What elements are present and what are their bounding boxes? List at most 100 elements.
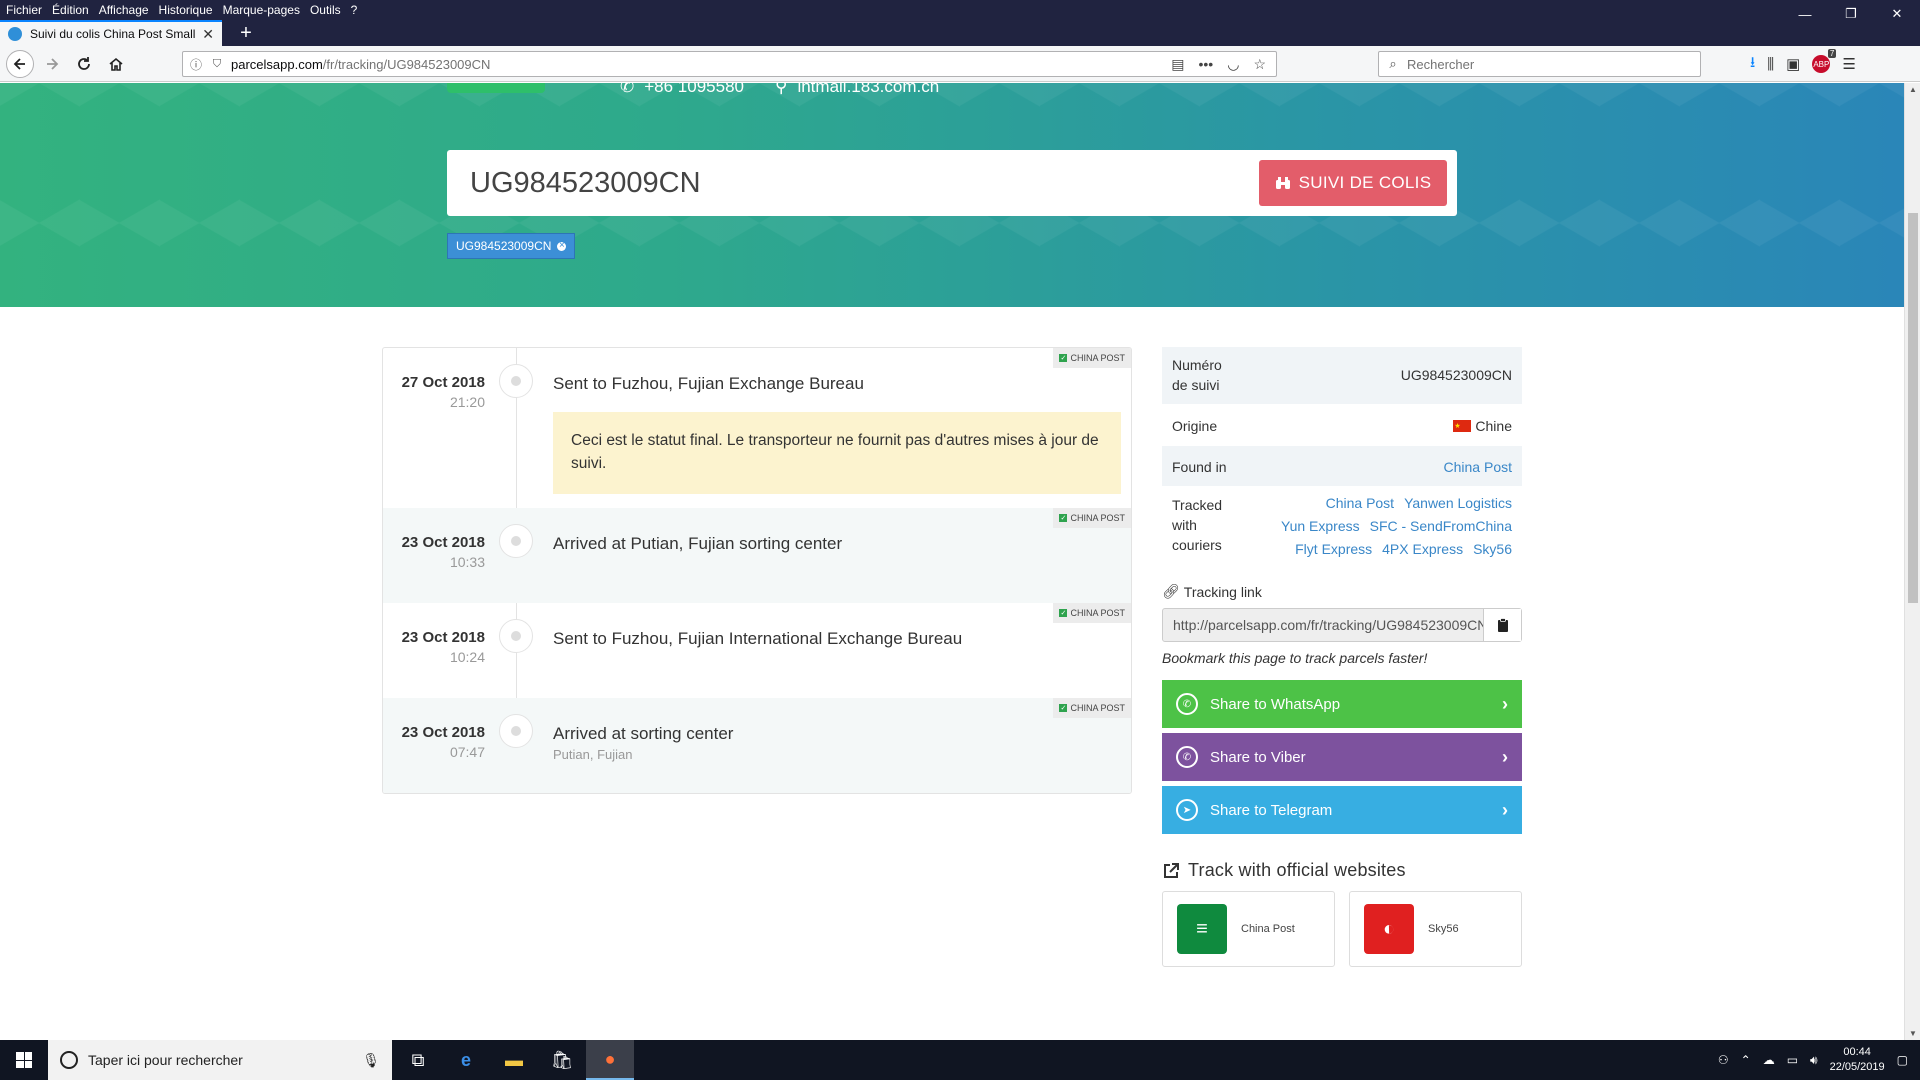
menu-edition[interactable]: Édition bbox=[47, 3, 94, 17]
people-icon[interactable]: ⚇ bbox=[1718, 1053, 1729, 1067]
onedrive-icon[interactable]: ☁ bbox=[1763, 1053, 1775, 1067]
download-icon[interactable]: ⭳ bbox=[1750, 52, 1755, 77]
adblock-icon[interactable]: ABP 7 bbox=[1812, 49, 1837, 73]
page-viewport: ✆ +86 1095580 ⚲ intmail.183.com.cn UG984… bbox=[0, 83, 1904, 1040]
network-icon[interactable]: ▭ bbox=[1787, 1053, 1798, 1067]
event-location: Putian, Fujian bbox=[553, 747, 633, 762]
courier-link[interactable]: Flyt Express bbox=[1295, 541, 1372, 560]
share-whatsapp-button[interactable]: ✆ Share to WhatsApp › bbox=[1162, 680, 1522, 728]
contact-email: ⚲ intmail.183.com.cn bbox=[775, 83, 939, 97]
official-site-name: Sky56 bbox=[1428, 923, 1459, 935]
menu-fichier[interactable]: Fichier bbox=[0, 3, 47, 17]
timeline-dot bbox=[499, 714, 533, 748]
url-bar[interactable]: ⓘ ⛉ parcelsapp.com/fr/tracking/UG9845230… bbox=[182, 51, 1277, 77]
volume-icon[interactable]: 🔊︎ bbox=[1810, 1053, 1818, 1068]
timeline-event: ✓ CHINA POST 23 Oct 2018 10:24 Sent to Fu… bbox=[383, 603, 1131, 698]
chain-link-icon: 🔗︎ bbox=[1162, 583, 1180, 599]
event-date: 23 Oct 2018 bbox=[401, 724, 485, 741]
info-row-couriers: Tracked with couriers China Post Yanwen Lo… bbox=[1162, 487, 1522, 569]
pocket-icon[interactable]: ◡ bbox=[1227, 56, 1239, 73]
url-domain: parcelsapp.com bbox=[231, 56, 323, 72]
globe-icon bbox=[8, 27, 22, 41]
forward-button[interactable] bbox=[38, 50, 66, 78]
contact-phone: ✆ +86 1095580 bbox=[620, 83, 744, 97]
back-button[interactable] bbox=[6, 50, 34, 78]
scroll-up-icon[interactable]: ▲ bbox=[1905, 85, 1920, 94]
info-label: Numéro de suivi bbox=[1172, 357, 1222, 393]
info-label: Origine bbox=[1172, 418, 1218, 434]
menu-help[interactable]: ? bbox=[346, 3, 363, 17]
check-icon: ✓ bbox=[1059, 354, 1068, 362]
search-bar[interactable]: ⌕ Rechercher bbox=[1378, 51, 1701, 77]
event-time: 10:24 bbox=[449, 649, 485, 665]
menu-historique[interactable]: Historique bbox=[154, 3, 218, 17]
courier-link[interactable]: 4PX Express bbox=[1382, 541, 1463, 560]
share-viber-button[interactable]: ✆ Share to Viber › bbox=[1162, 733, 1522, 781]
copy-link-button[interactable] bbox=[1483, 609, 1521, 641]
tracking-link-field[interactable]: http://parcelsapp.com/fr/tracking/UG9845… bbox=[1163, 609, 1483, 641]
tab-strip: Suivi du colis China Post Small ✕ + bbox=[0, 20, 1920, 46]
chevron-right-icon: › bbox=[1502, 746, 1508, 767]
official-site-card[interactable]: ≡ China Post bbox=[1162, 891, 1335, 967]
official-site-card[interactable]: ◐ Sky56 bbox=[1349, 891, 1522, 967]
courier-link[interactable]: Yanwen Logistics bbox=[1404, 495, 1512, 514]
track-button[interactable]: SUIVI DE COLIS bbox=[1259, 160, 1447, 206]
reload-button[interactable] bbox=[70, 50, 98, 78]
windows-logo-icon bbox=[16, 1052, 32, 1068]
courier-link[interactable]: Sky56 bbox=[1473, 541, 1512, 560]
page-scrollbar[interactable]: ▲ ▼ bbox=[1904, 83, 1920, 1040]
courier-link[interactable]: Yun Express bbox=[1281, 518, 1360, 537]
chip-remove-icon[interactable]: × bbox=[557, 241, 567, 251]
clock[interactable]: 00:44 22/05/2019 bbox=[1830, 1045, 1885, 1075]
taskbar-apps: ⧉ e ▬ 🛍︎ ● bbox=[394, 1040, 634, 1080]
new-tab-button[interactable]: + bbox=[232, 20, 260, 46]
firefox-icon[interactable]: ● bbox=[586, 1040, 634, 1080]
microphone-icon[interactable]: 🎙︎ bbox=[362, 1052, 380, 1069]
hamburger-menu-icon[interactable]: ☰ bbox=[1842, 55, 1855, 73]
found-in-link[interactable]: China Post bbox=[1444, 457, 1512, 478]
scroll-thumb[interactable] bbox=[1908, 213, 1918, 603]
scroll-down-icon[interactable]: ▼ bbox=[1905, 1029, 1920, 1038]
tab-active[interactable]: Suivi du colis China Post Small ✕ bbox=[0, 20, 222, 46]
chevron-up-icon[interactable]: ⌃ bbox=[1741, 1053, 1751, 1067]
taskbar-search-placeholder: Taper ici pour rechercher bbox=[88, 1052, 243, 1068]
tracking-search-box: UG984523009CN SUIVI DE COLIS bbox=[447, 150, 1457, 216]
hero-button-partial[interactable] bbox=[447, 83, 545, 93]
page-actions-icon[interactable]: ••• bbox=[1199, 56, 1214, 73]
courier-link[interactable]: China Post bbox=[1326, 495, 1394, 514]
url-path: /fr/tracking/UG984523009CN bbox=[322, 56, 491, 72]
task-view-icon[interactable]: ⧉ bbox=[394, 1040, 442, 1080]
origin-value: Chine bbox=[1453, 416, 1512, 437]
info-row-tracking-number: Numéro de suivi UG984523009CN bbox=[1162, 347, 1522, 405]
event-description: Arrived at sorting center bbox=[553, 724, 734, 743]
share-telegram-button[interactable]: ➤ Share to Telegram › bbox=[1162, 786, 1522, 834]
menu-affichage[interactable]: Affichage bbox=[94, 3, 154, 17]
track-button-label: SUIVI DE COLIS bbox=[1298, 173, 1432, 192]
phone-text: +86 1095580 bbox=[644, 83, 744, 96]
edge-icon[interactable]: e bbox=[442, 1040, 490, 1080]
store-icon[interactable]: 🛍︎ bbox=[538, 1040, 586, 1080]
close-tab-icon[interactable]: ✕ bbox=[202, 26, 214, 43]
courier-link[interactable]: SFC - SendFromChina bbox=[1370, 518, 1512, 537]
tracking-input[interactable]: UG984523009CN bbox=[470, 150, 701, 216]
tracking-chip[interactable]: UG984523009CN × bbox=[447, 233, 576, 259]
email-text: intmail.183.com.cn bbox=[797, 83, 940, 96]
notifications-icon[interactable]: ▢ bbox=[1897, 1053, 1908, 1067]
taskbar-search[interactable]: Taper ici pour rechercher 🎙︎ bbox=[48, 1040, 392, 1080]
clipboard-icon bbox=[1497, 618, 1508, 632]
event-time: 10:33 bbox=[449, 554, 485, 570]
bookmark-star-icon[interactable]: ☆ bbox=[1253, 56, 1266, 73]
info-icon[interactable]: ⓘ bbox=[183, 56, 209, 73]
home-button[interactable] bbox=[102, 50, 130, 78]
search-icon: ⌕ bbox=[1389, 56, 1397, 71]
reader-view-icon[interactable]: ▤ bbox=[1171, 56, 1184, 73]
file-explorer-icon[interactable]: ▬ bbox=[490, 1040, 538, 1080]
tracking-protection-icon[interactable]: ⛉ bbox=[209, 58, 225, 71]
start-button[interactable] bbox=[0, 1040, 48, 1080]
library-icon[interactable]: ⫼ bbox=[1767, 56, 1774, 73]
cortana-icon bbox=[60, 1051, 78, 1069]
share-telegram-label: Share to Telegram bbox=[1210, 801, 1333, 819]
menu-marque-pages[interactable]: Marque-pages bbox=[218, 3, 305, 17]
menu-outils[interactable]: Outils bbox=[305, 3, 346, 17]
sidebar-icon[interactable]: ▣ bbox=[1786, 55, 1800, 73]
